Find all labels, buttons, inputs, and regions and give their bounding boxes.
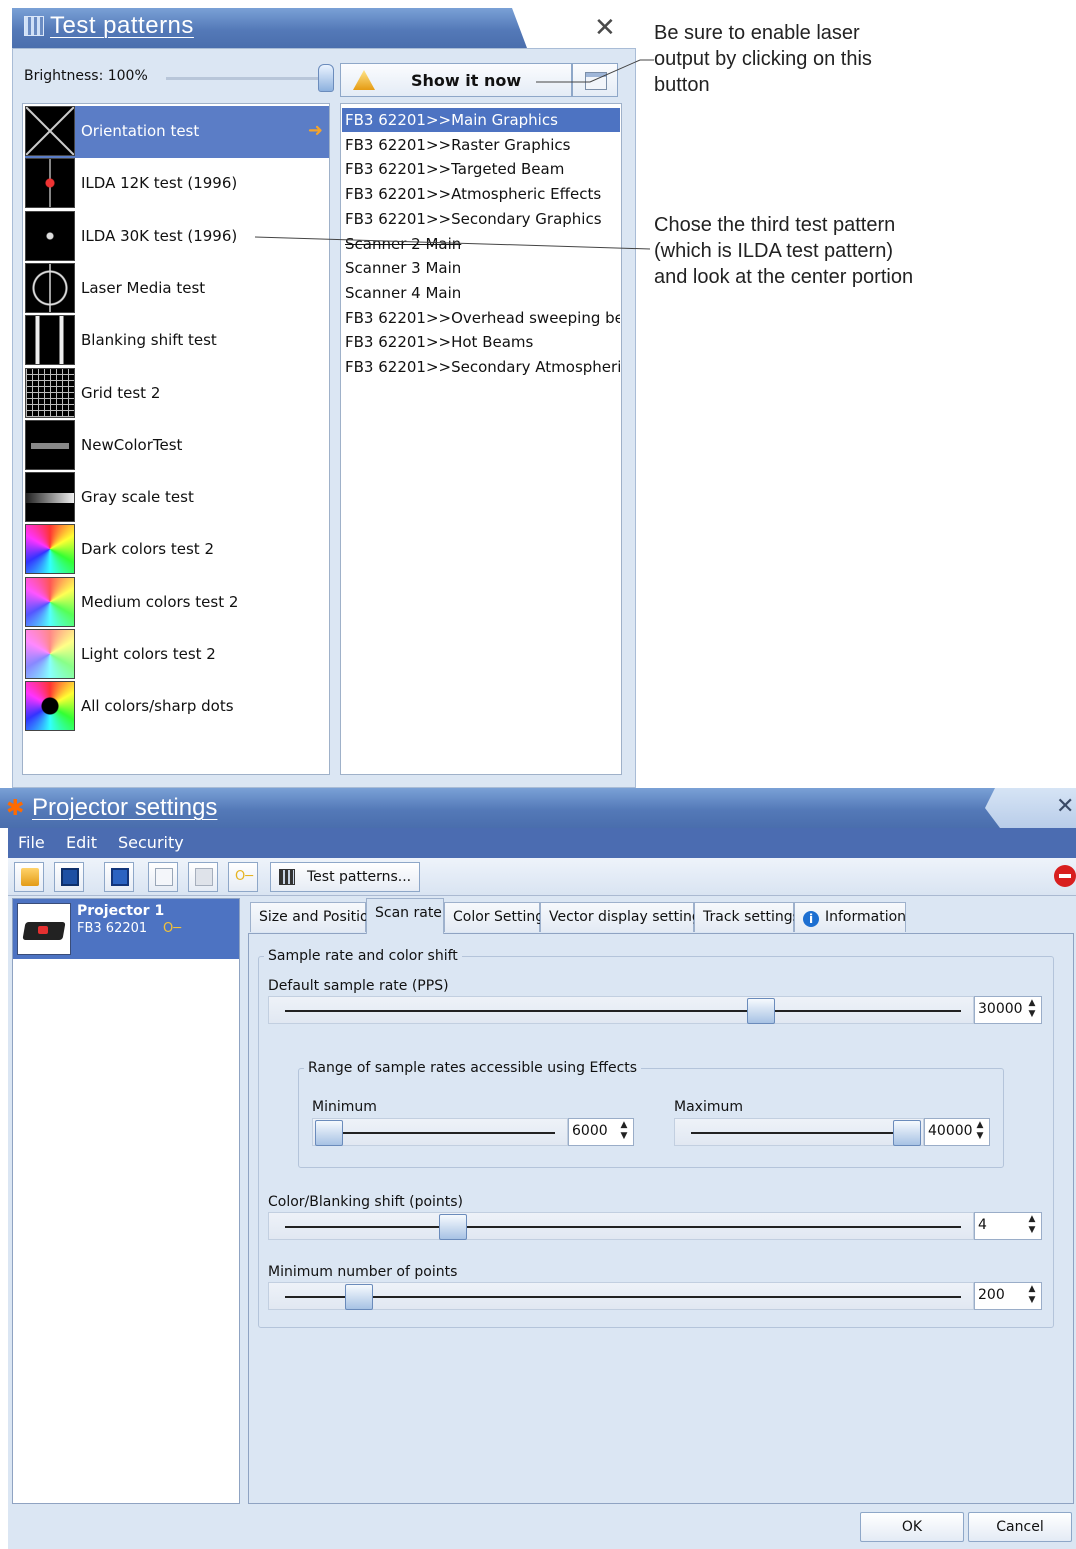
maximum-value: 40000 — [928, 1123, 973, 1139]
annotation-arrow-2 — [254, 236, 651, 250]
key-button[interactable]: O─ — [228, 862, 258, 892]
slider-thumb[interactable] — [747, 998, 775, 1024]
minimum-input[interactable]: 6000 ▲ ▼ — [568, 1118, 634, 1146]
menu-edit[interactable]: Edit — [66, 833, 97, 852]
slider-track — [285, 1010, 961, 1012]
slider-track — [691, 1132, 919, 1134]
projector-name: Projector 1 — [77, 903, 165, 919]
save-as-icon — [111, 868, 129, 886]
projector-settings-icon: ✱ — [6, 796, 25, 821]
projector-panel: Projector 1 FB3 62201 O─ — [12, 898, 240, 1504]
maximum-input[interactable]: 40000 ▲ ▼ — [924, 1118, 990, 1146]
range-group-title: Range of sample rates accessible using E… — [304, 1060, 642, 1076]
save-icon — [61, 868, 79, 886]
tab-color-settings[interactable]: Color Settings — [444, 902, 551, 932]
paste-button[interactable] — [188, 862, 218, 892]
projector-id: FB3 62201 — [77, 921, 148, 936]
spin-arrows-icon[interactable]: ▲ ▼ — [1025, 1214, 1039, 1238]
stop-icon[interactable] — [1054, 865, 1076, 887]
default-sample-rate-label: Default sample rate (PPS) — [268, 978, 449, 994]
copy-button[interactable] — [148, 862, 178, 892]
min-points-slider[interactable] — [268, 1282, 974, 1310]
min-points-label: Minimum number of points — [268, 1264, 458, 1280]
toolbar: O─ Test patterns... — [8, 858, 1076, 896]
minimum-label: Minimum — [312, 1099, 377, 1115]
ok-button[interactable]: OK — [860, 1512, 964, 1542]
key-icon: O─ — [235, 869, 254, 884]
default-sample-rate-input[interactable]: 30000 ▲ ▼ — [974, 996, 1042, 1024]
slider-track — [285, 1296, 961, 1298]
slider-thumb[interactable] — [439, 1214, 467, 1240]
spin-arrows-icon[interactable]: ▲ ▼ — [1025, 998, 1039, 1022]
test-patterns-button-label: Test patterns... — [307, 869, 412, 885]
default-sample-rate-slider[interactable] — [268, 996, 974, 1024]
key-icon: O─ — [163, 921, 182, 936]
projector-settings-title-bar: ✱ Projector settings ✕ — [0, 788, 1076, 828]
annotation-arrow-1 — [536, 59, 654, 83]
slider-thumb[interactable] — [315, 1120, 343, 1146]
minimum-slider[interactable] — [312, 1118, 568, 1146]
spin-arrows-icon[interactable]: ▲ ▼ — [973, 1120, 987, 1144]
sample-rate-group-title: Sample rate and color shift — [264, 948, 462, 964]
info-icon: i — [803, 911, 819, 927]
tab-track-settings[interactable]: Track settings — [694, 902, 800, 932]
open-folder-icon — [21, 868, 39, 886]
color-shift-input[interactable]: 4 ▲ ▼ — [974, 1212, 1042, 1240]
close-icon[interactable]: ✕ — [1056, 794, 1074, 819]
color-shift-label: Color/Blanking shift (points) — [268, 1194, 464, 1210]
projector-device-icon — [17, 903, 71, 955]
spin-arrows-icon[interactable]: ▲ ▼ — [617, 1120, 631, 1144]
projector-settings-title: Projector settings — [32, 794, 218, 821]
color-shift-value: 4 — [978, 1217, 987, 1233]
menu-security[interactable]: Security — [118, 833, 184, 852]
slider-track — [319, 1132, 555, 1134]
menu-file[interactable]: File — [18, 833, 45, 852]
paste-icon — [195, 868, 213, 886]
tab-information-label: Information — [825, 909, 907, 925]
projector-entry[interactable]: Projector 1 FB3 62201 O─ — [13, 899, 239, 959]
tab-vector-display-settings[interactable]: Vector display settings — [540, 902, 708, 932]
open-button[interactable] — [14, 862, 44, 892]
slider-track — [285, 1226, 961, 1228]
maximum-label: Maximum — [674, 1099, 743, 1115]
tab-size-and-position[interactable]: Size and Position — [250, 902, 378, 932]
tab-information[interactable]: i Information — [794, 902, 906, 932]
color-shift-slider[interactable] — [268, 1212, 974, 1240]
test-patterns-button[interactable]: Test patterns... — [270, 862, 420, 892]
menu-bar: File Edit Security — [8, 828, 1076, 858]
minimum-value: 6000 — [572, 1123, 608, 1139]
spin-arrows-icon[interactable]: ▲ ▼ — [1025, 1284, 1039, 1308]
maximum-slider[interactable] — [674, 1118, 924, 1146]
min-points-input[interactable]: 200 ▲ ▼ — [974, 1282, 1042, 1310]
tab-scan-rate[interactable]: Scan rate — [366, 898, 444, 934]
save-as-button[interactable] — [104, 862, 134, 892]
slider-thumb[interactable] — [345, 1284, 373, 1310]
min-points-value: 200 — [978, 1287, 1005, 1303]
copy-icon — [155, 868, 173, 886]
save-button[interactable] — [54, 862, 84, 892]
test-patterns-icon — [279, 869, 295, 885]
default-sample-rate-value: 30000 — [978, 1001, 1023, 1017]
slider-thumb[interactable] — [893, 1120, 921, 1146]
cancel-button[interactable]: Cancel — [968, 1512, 1072, 1542]
